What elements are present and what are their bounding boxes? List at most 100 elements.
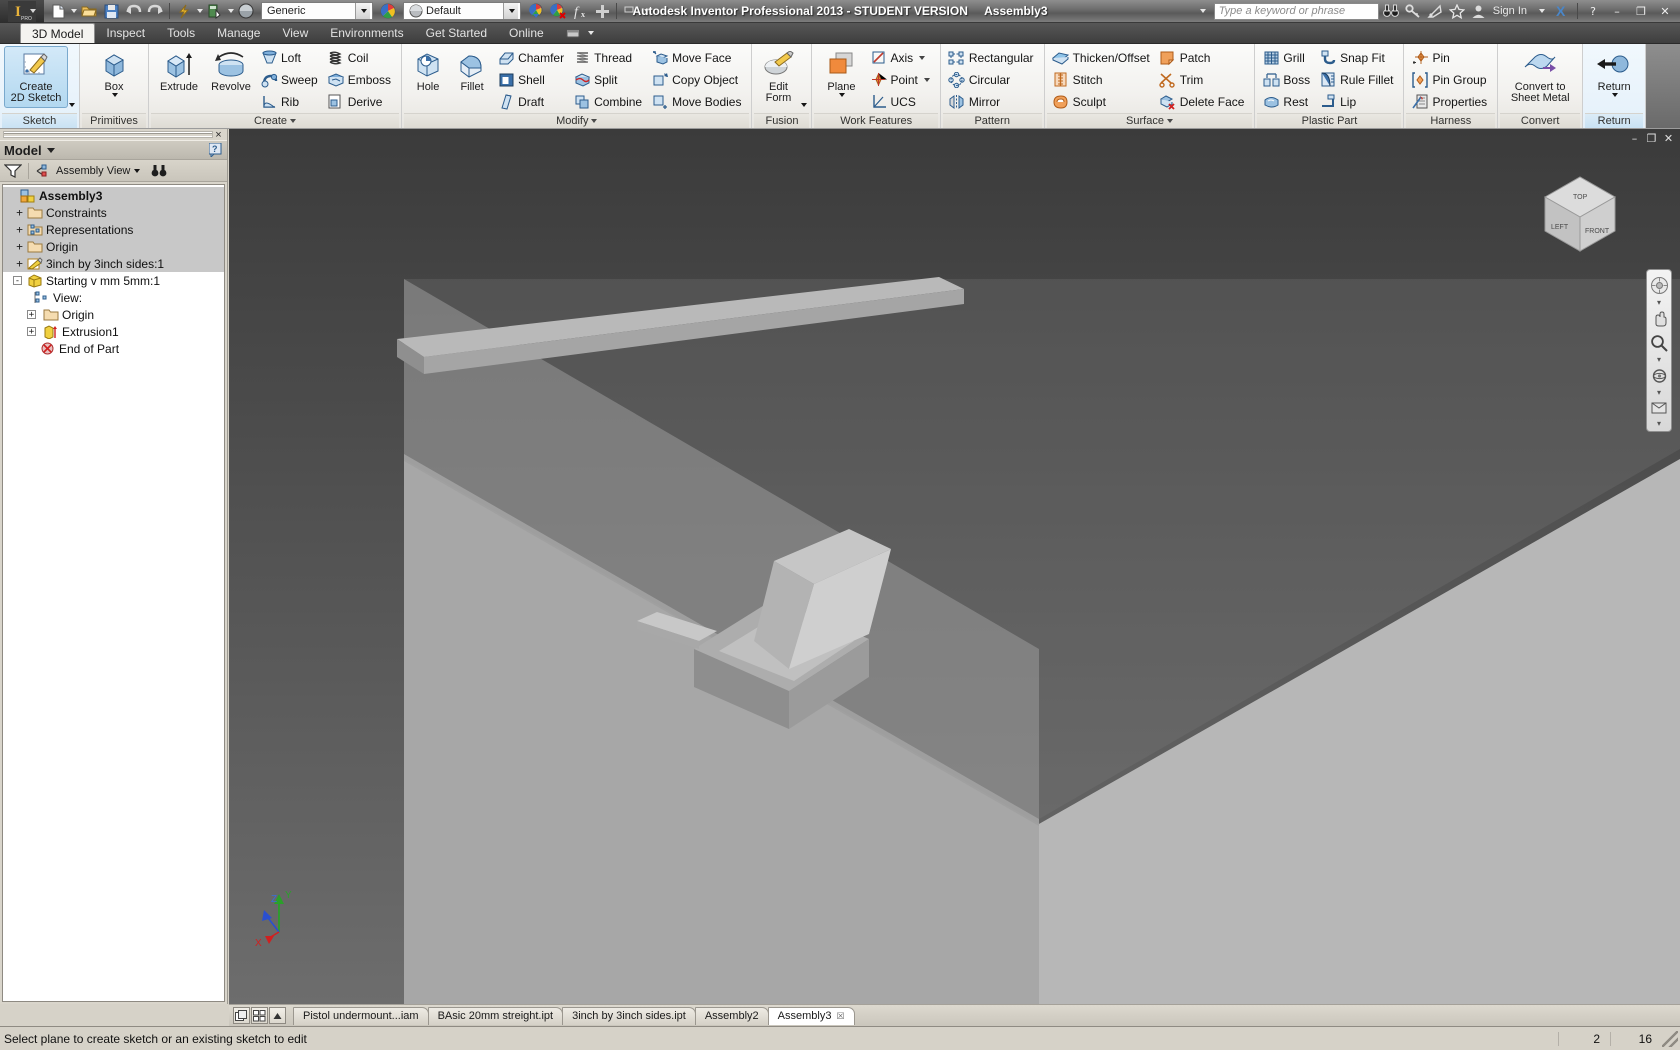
tree-item-end-of-part[interactable]: End of Part bbox=[3, 340, 224, 357]
update-icon[interactable] bbox=[174, 2, 194, 21]
close-button[interactable]: ✕ bbox=[1654, 3, 1676, 19]
pin-button[interactable]: Pin bbox=[1408, 47, 1493, 69]
doc-restore-button[interactable]: ❐ bbox=[1644, 131, 1659, 145]
new-dropdown-icon[interactable] bbox=[71, 9, 77, 13]
add-icon[interactable] bbox=[592, 2, 612, 21]
tab-view[interactable]: View bbox=[271, 23, 319, 43]
rectangular-pattern-button[interactable]: Rectangular bbox=[945, 47, 1040, 69]
tree-item-assembly3[interactable]: Assembly3 bbox=[3, 187, 224, 204]
sweep-button[interactable]: Sweep bbox=[257, 69, 324, 91]
return-button[interactable]: Return bbox=[1587, 46, 1641, 101]
shell-button[interactable]: Shell bbox=[494, 69, 570, 91]
pan-icon[interactable] bbox=[1647, 307, 1671, 331]
expander-icon[interactable]: + bbox=[27, 310, 36, 319]
view-cube[interactable]: TOP LEFT FRONT bbox=[1525, 159, 1635, 259]
adjust-appearance-icon[interactable] bbox=[526, 2, 546, 21]
point-dropdown-icon[interactable] bbox=[923, 78, 930, 82]
orbit-icon[interactable] bbox=[1647, 364, 1671, 388]
tab-3d-model[interactable]: 3D Model bbox=[20, 23, 96, 43]
pin-group-button[interactable]: Pin Group bbox=[1408, 69, 1493, 91]
color-wheel-icon[interactable] bbox=[378, 2, 398, 21]
doc-close-button[interactable]: ✕ bbox=[1661, 131, 1676, 145]
tab-environments[interactable]: Environments bbox=[319, 23, 414, 43]
zoom-dropdown-icon[interactable]: ▾ bbox=[1647, 355, 1671, 364]
view-selector[interactable]: Assembly View bbox=[35, 164, 141, 178]
tab-manage[interactable]: Manage bbox=[206, 23, 271, 43]
expander-icon[interactable]: + bbox=[13, 257, 26, 270]
point-button[interactable]: Point bbox=[866, 69, 935, 91]
save-icon[interactable] bbox=[101, 2, 121, 21]
resize-grip-icon[interactable] bbox=[1662, 1030, 1678, 1047]
redo-icon[interactable] bbox=[145, 2, 165, 21]
move-face-button[interactable]: Move Face bbox=[648, 47, 747, 69]
hole-button[interactable]: Hole bbox=[406, 46, 450, 97]
doc-tab-pistol-undermount[interactable]: Pistol undermount...iam bbox=[293, 1006, 429, 1025]
grid-windows-icon[interactable] bbox=[251, 1007, 268, 1024]
model-tree[interactable]: Assembly3 + Constraints + Representation… bbox=[2, 184, 225, 1002]
binoculars-icon[interactable] bbox=[1381, 2, 1401, 21]
create-panel-expand-icon[interactable] bbox=[290, 119, 297, 123]
tab-online[interactable]: Online bbox=[498, 23, 555, 43]
doc-tab-basic-20mm[interactable]: BAsic 20mm streight.ipt bbox=[427, 1006, 564, 1025]
zoom-icon[interactable] bbox=[1647, 331, 1671, 355]
doc-minimize-button[interactable]: – bbox=[1627, 131, 1642, 145]
graphics-window[interactable]: TOP LEFT FRONT ▾ ▾ ▾ ▾ Z Y X – ❐ ✕ bbox=[229, 129, 1680, 1004]
wheel-dropdown-icon[interactable]: ▾ bbox=[1647, 298, 1671, 307]
create-sketch-dropdown-icon[interactable] bbox=[69, 103, 75, 107]
tree-item-extrusion1[interactable]: + Extrusion1 bbox=[3, 323, 224, 340]
sign-in-dropdown-icon[interactable] bbox=[1539, 9, 1545, 13]
update-dropdown-icon[interactable] bbox=[197, 9, 203, 13]
browser-dropdown-icon[interactable] bbox=[46, 147, 55, 153]
application-menu-button[interactable]: I PRO bbox=[0, 0, 44, 23]
scroll-up-icon[interactable] bbox=[269, 1007, 286, 1024]
tree-item-3inch-sides[interactable]: + 3inch by 3inch sides:1 bbox=[3, 255, 224, 272]
select-dropdown-icon[interactable] bbox=[228, 9, 234, 13]
delete-face-button[interactable]: Delete Face bbox=[1156, 91, 1251, 113]
browser-help-icon[interactable]: ? bbox=[209, 143, 223, 157]
trim-button[interactable]: Trim bbox=[1156, 69, 1251, 91]
expander-icon[interactable]: + bbox=[13, 240, 26, 253]
select-icon[interactable] bbox=[205, 2, 225, 21]
satellite-icon[interactable] bbox=[1425, 2, 1445, 21]
modify-panel-expand-icon[interactable] bbox=[591, 119, 598, 123]
derive-button[interactable]: Derive bbox=[324, 91, 397, 113]
stitch-button[interactable]: Stitch bbox=[1049, 69, 1156, 91]
tile-windows-icon[interactable] bbox=[233, 1007, 250, 1024]
tab-inspect[interactable]: Inspect bbox=[95, 23, 156, 43]
doc-tab-assembly2[interactable]: Assembly2 bbox=[694, 1006, 769, 1025]
tab-tools[interactable]: Tools bbox=[156, 23, 206, 43]
browser-close-icon[interactable]: × bbox=[213, 129, 224, 141]
fillet-button[interactable]: Fillet bbox=[450, 46, 494, 97]
tab-get-started[interactable]: Get Started bbox=[415, 23, 498, 43]
qat-customize-icon[interactable] bbox=[621, 2, 641, 21]
clear-appearance-icon[interactable] bbox=[548, 2, 568, 21]
boss-button[interactable]: Boss bbox=[1259, 69, 1316, 91]
qat-dropdown-icon[interactable] bbox=[644, 9, 650, 13]
tree-item-starting-v-mm[interactable]: - Starting v mm 5mm:1 bbox=[3, 272, 224, 289]
box-dropdown-icon[interactable] bbox=[111, 93, 118, 97]
tree-item-origin-part[interactable]: + Origin bbox=[3, 306, 224, 323]
restore-button[interactable]: ❐ bbox=[1630, 3, 1652, 19]
doc-tab-3inch-sides[interactable]: 3inch by 3inch sides.ipt bbox=[562, 1006, 696, 1025]
copy-object-button[interactable]: Copy Object bbox=[648, 69, 747, 91]
look-at-icon[interactable] bbox=[1647, 397, 1671, 419]
plane-button[interactable]: Plane bbox=[816, 46, 866, 101]
create-2d-sketch-button[interactable]: Create 2D Sketch bbox=[4, 46, 68, 108]
sign-in-button[interactable]: Sign In bbox=[1491, 5, 1529, 17]
coil-button[interactable]: Coil bbox=[324, 47, 397, 69]
appearance-combo-arrow[interactable] bbox=[503, 3, 518, 19]
material-browser-icon[interactable] bbox=[236, 2, 256, 21]
snap-fit-button[interactable]: Snap Fit bbox=[1316, 47, 1399, 69]
appearance-combo[interactable]: Default bbox=[403, 2, 521, 20]
view-selector-caret-icon[interactable] bbox=[134, 168, 141, 173]
parameters-icon[interactable]: fx bbox=[570, 2, 590, 21]
navigation-bar[interactable]: ▾ ▾ ▾ ▾ bbox=[1646, 269, 1672, 432]
box-button[interactable]: Box bbox=[84, 46, 144, 101]
chamfer-button[interactable]: Chamfer bbox=[494, 47, 570, 69]
properties-button[interactable]: Properties bbox=[1408, 91, 1493, 113]
plane-dropdown-icon[interactable] bbox=[838, 93, 845, 97]
revolve-button[interactable]: Revolve bbox=[205, 46, 257, 97]
new-icon[interactable] bbox=[48, 2, 68, 21]
open-icon[interactable] bbox=[79, 2, 99, 21]
return-dropdown-icon[interactable] bbox=[1611, 93, 1618, 97]
